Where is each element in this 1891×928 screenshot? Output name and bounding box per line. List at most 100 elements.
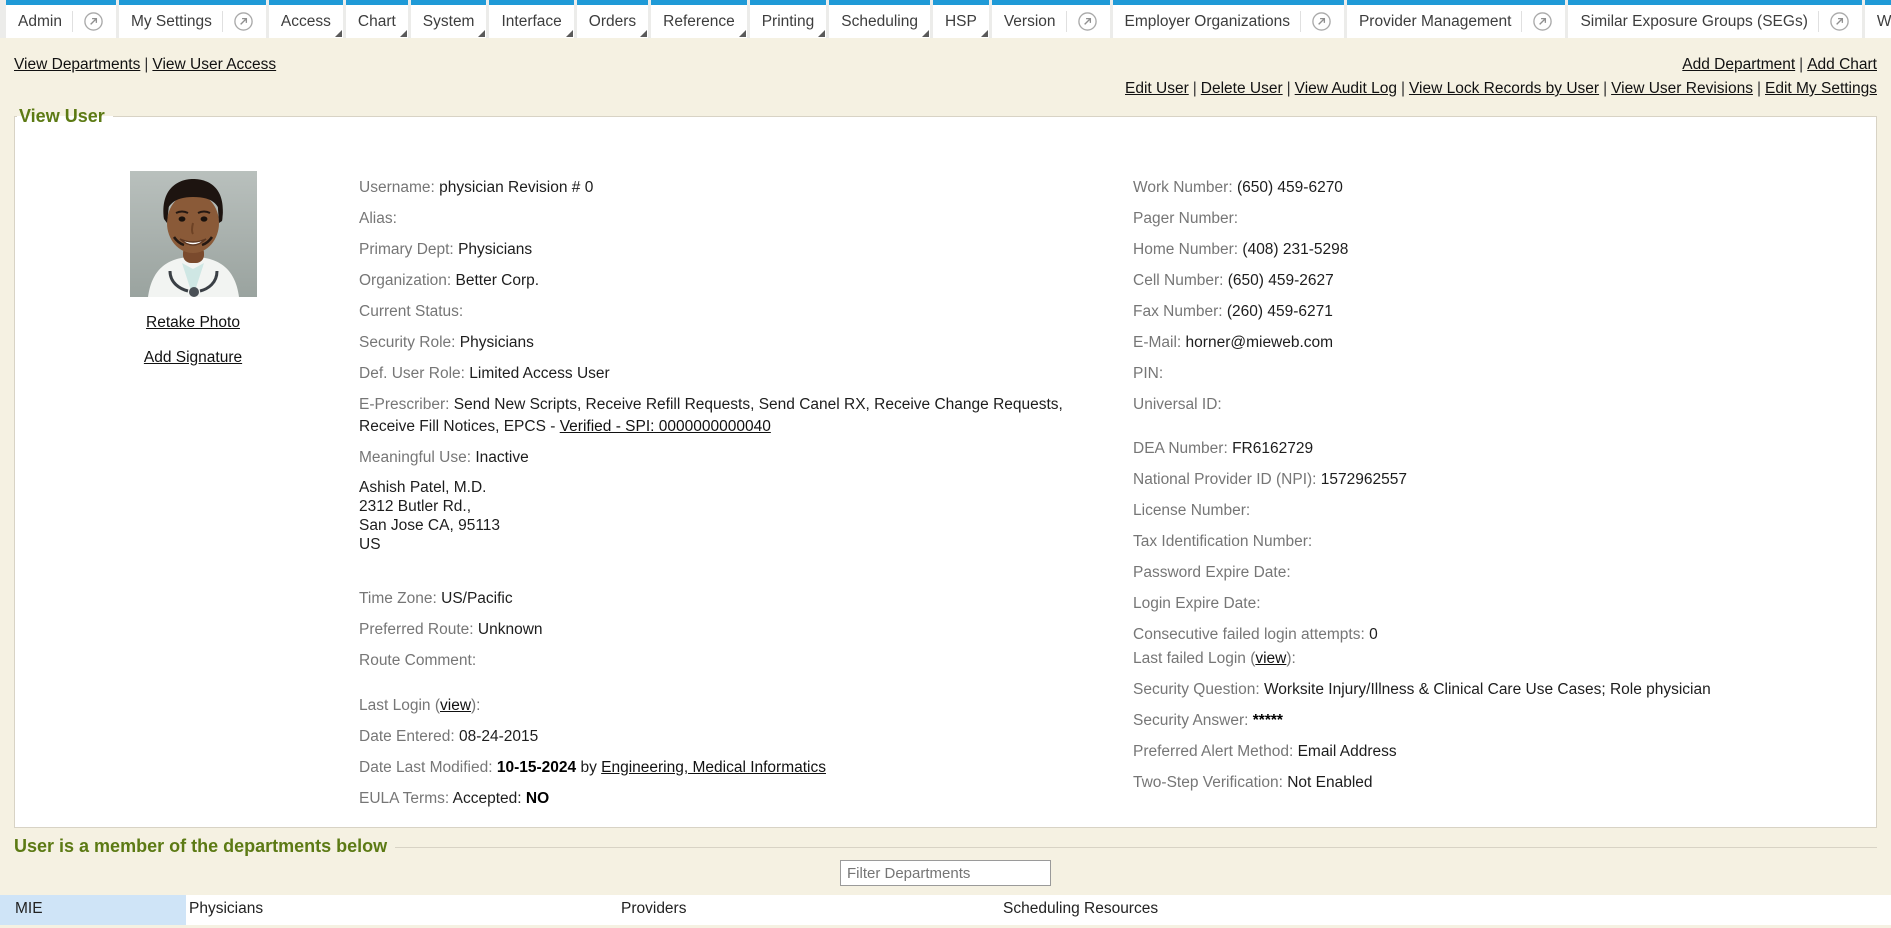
external-link-icon[interactable] xyxy=(1818,11,1850,32)
field-row: Login Expire Date: xyxy=(1133,593,1891,615)
field-row: National Provider ID (NPI): 1572962557 xyxy=(1133,469,1891,491)
filter-departments-input[interactable] xyxy=(840,860,1051,886)
nav-tab-admin[interactable]: Admin xyxy=(6,0,116,38)
nav-tab-provider-management[interactable]: Provider Management xyxy=(1347,0,1566,38)
dropdown-corner-icon xyxy=(335,30,342,37)
view-departments-link[interactable]: View Departments xyxy=(14,56,140,73)
view-link[interactable]: view xyxy=(1255,650,1286,667)
edit-my-settings-link[interactable]: Edit My Settings xyxy=(1765,80,1877,97)
field-row: Def. User Role: Limited Access User xyxy=(359,363,1139,385)
user-details-right-column: Work Number: (650) 459-6270Pager Number:… xyxy=(1133,177,1891,803)
address-block: Ashish Patel, M.D.2312 Butler Rd.,San Jo… xyxy=(359,478,1139,554)
dropdown-corner-icon xyxy=(818,30,825,37)
address-line: 2312 Butler Rd., xyxy=(359,498,471,515)
link-separator: | xyxy=(1599,80,1611,97)
field-value: (408) 231-5298 xyxy=(1242,241,1348,258)
field-row: Work Number: (650) 459-6270 xyxy=(1133,177,1891,199)
dept-cell-mie[interactable]: MIE xyxy=(0,895,186,925)
address-line: US xyxy=(359,536,381,553)
nav-tab-hsp[interactable]: HSP xyxy=(933,0,989,38)
nav-tab-similar-exposure-groups-segs[interactable]: Similar Exposure Groups (SEGs) xyxy=(1568,0,1861,38)
external-link-icon[interactable] xyxy=(1066,11,1098,32)
field-label: Last Login ( xyxy=(359,697,440,714)
field-value: Inactive xyxy=(475,449,528,466)
field-label: Security Question: xyxy=(1133,681,1264,698)
view-user-revisions-link[interactable]: View User Revisions xyxy=(1611,80,1753,97)
view-audit-log-link[interactable]: View Audit Log xyxy=(1295,80,1397,97)
field-row: Two-Step Verification: Not Enabled xyxy=(1133,772,1891,794)
field-value: Email Address xyxy=(1298,743,1397,760)
engineering-medical-informatics-link[interactable]: Engineering, Medical Informatics xyxy=(601,759,826,776)
field-label: EULA Terms: xyxy=(359,790,453,807)
nav-tab-system[interactable]: System xyxy=(411,0,487,38)
field-label: Fax Number: xyxy=(1133,303,1227,320)
dropdown-corner-icon xyxy=(640,30,647,37)
nav-tab-orders[interactable]: Orders xyxy=(577,0,648,38)
verified-spi-0000000000040-link[interactable]: Verified - SPI: 0000000000040 xyxy=(560,418,771,435)
address-line: San Jose CA, 95113 xyxy=(359,517,500,534)
field-value: (260) 459-6271 xyxy=(1227,303,1333,320)
field-value: ***** xyxy=(1253,712,1283,729)
legend-rule xyxy=(395,847,1877,848)
field-row: Alias: xyxy=(359,208,1139,230)
nav-tab-my-settings[interactable]: My Settings xyxy=(119,0,266,38)
dept-cell-scheduling-resources[interactable]: Scheduling Resources xyxy=(1000,895,1891,925)
user-action-links: Edit User|Delete User|View Audit Log|Vie… xyxy=(1125,79,1877,98)
nav-tab-label: My Settings xyxy=(131,13,212,31)
field-value: US/Pacific xyxy=(441,590,513,607)
field-value: Physicians xyxy=(458,241,532,258)
field-label: E-Prescriber: xyxy=(359,396,454,413)
field-label: Home Number: xyxy=(1133,241,1242,258)
nav-tab-chart[interactable]: Chart xyxy=(346,0,408,38)
add-chart-link[interactable]: Add Chart xyxy=(1807,56,1877,73)
nav-tab-access[interactable]: Access xyxy=(269,0,343,38)
external-link-icon[interactable] xyxy=(1300,11,1332,32)
dept-cell-providers[interactable]: Providers xyxy=(618,895,1000,925)
nav-tab-employer-organizations[interactable]: Employer Organizations xyxy=(1113,0,1344,38)
link-separator: | xyxy=(1397,80,1409,97)
nav-tab-printing[interactable]: Printing xyxy=(750,0,827,38)
nav-tab-version[interactable]: Version xyxy=(992,0,1110,38)
nav-tab-label: Work Locations xyxy=(1877,13,1891,31)
external-link-icon[interactable] xyxy=(1521,11,1553,32)
nav-tab-label: Printing xyxy=(762,13,815,31)
nav-tab-label: Scheduling xyxy=(841,13,918,31)
field-row: License Number: xyxy=(1133,500,1891,522)
add-signature-link[interactable]: Add Signature xyxy=(127,349,259,367)
field-row: Time Zone: US/Pacific xyxy=(359,588,1139,610)
dropdown-corner-icon xyxy=(400,30,407,37)
field-label: Security Answer: xyxy=(1133,712,1253,729)
field-row: Date Entered: 08-24-2015 xyxy=(359,726,1139,748)
view-lock-records-by-user-link[interactable]: View Lock Records by User xyxy=(1409,80,1599,97)
nav-tab-label: Provider Management xyxy=(1359,13,1512,31)
nav-tab-label: Orders xyxy=(589,13,636,31)
field-label: DEA Number: xyxy=(1133,440,1232,457)
external-link-icon[interactable] xyxy=(222,11,254,32)
field-row: E-Prescriber: Send New Scripts, Receive … xyxy=(359,394,1139,438)
retake-photo-link[interactable]: Retake Photo xyxy=(127,314,259,332)
view-link[interactable]: view xyxy=(440,697,471,714)
delete-user-link[interactable]: Delete User xyxy=(1201,80,1283,97)
view-user-access-link[interactable]: View User Access xyxy=(152,56,276,73)
nav-tab-interface[interactable]: Interface xyxy=(489,0,573,38)
field-value: Limited Access User xyxy=(469,365,609,382)
view-user-panel: View User xyxy=(14,106,1877,828)
field-value: (650) 459-6270 xyxy=(1237,179,1343,196)
field-row: Last Login (view): xyxy=(359,695,1139,717)
nav-tab-work-locations[interactable]: Work Locations xyxy=(1865,0,1891,38)
nav-tab-label: Similar Exposure Groups (SEGs) xyxy=(1580,13,1807,31)
add-department-link[interactable]: Add Department xyxy=(1682,56,1795,73)
field-label: Consecutive failed login attempts: xyxy=(1133,626,1369,643)
field-row: Cell Number: (650) 459-2627 xyxy=(1133,270,1891,292)
link-separator: | xyxy=(1189,80,1201,97)
nav-tab-label: Chart xyxy=(358,13,396,31)
link-separator: | xyxy=(1795,56,1807,73)
dept-cell-physicians[interactable]: Physicians xyxy=(186,895,618,925)
nav-tab-scheduling[interactable]: Scheduling xyxy=(829,0,930,38)
departments-legend: User is a member of the departments belo… xyxy=(14,836,387,857)
nav-tab-label: Reference xyxy=(663,13,735,31)
edit-user-link[interactable]: Edit User xyxy=(1125,80,1189,97)
field-label: Cell Number: xyxy=(1133,272,1228,289)
nav-tab-reference[interactable]: Reference xyxy=(651,0,747,38)
external-link-icon[interactable] xyxy=(72,11,104,32)
